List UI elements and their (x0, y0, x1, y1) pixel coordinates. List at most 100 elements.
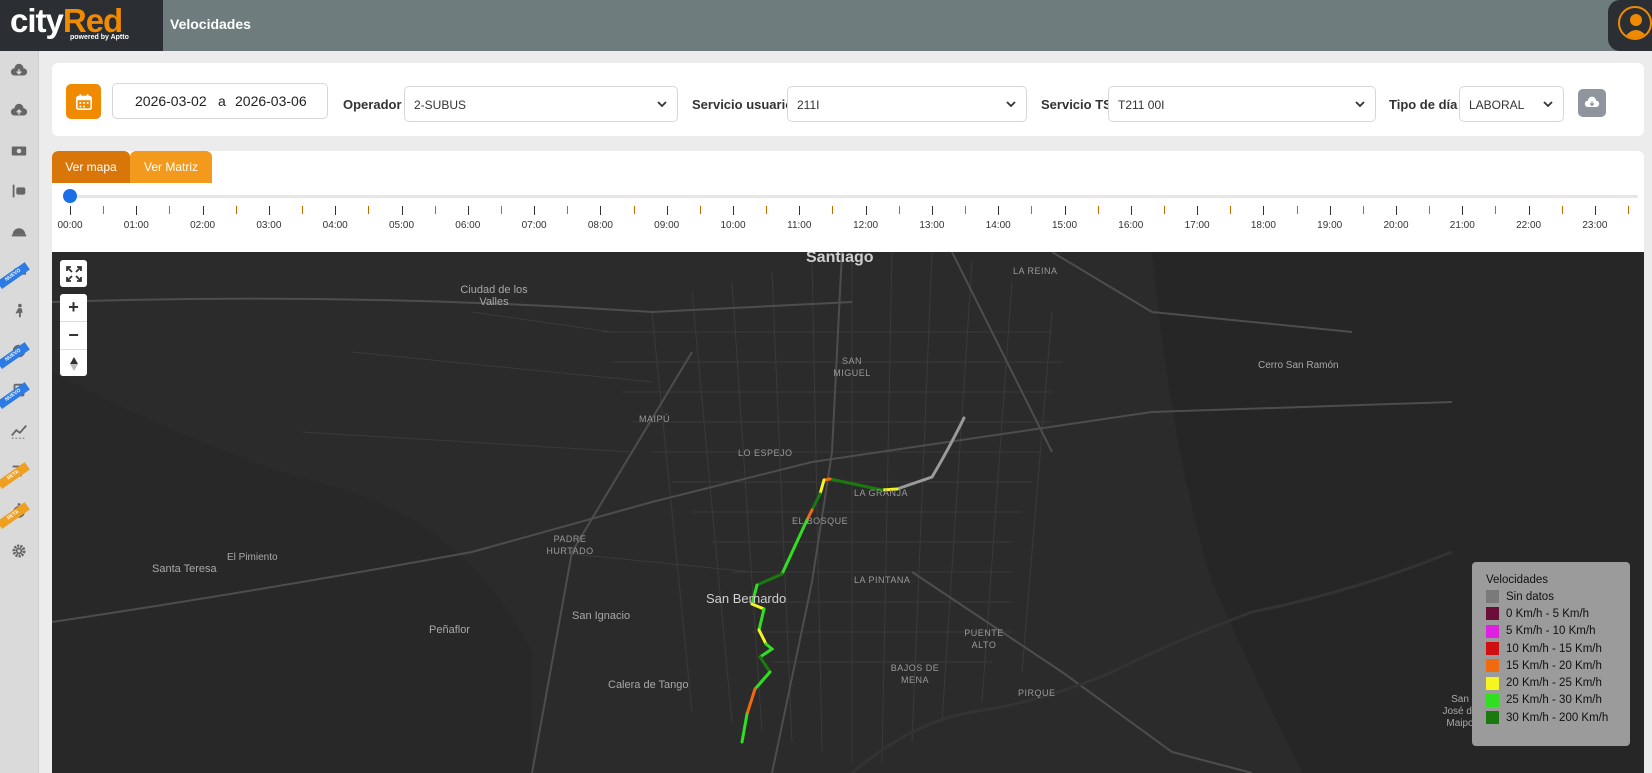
sidebar-item-list[interactable]: BETA (0, 451, 38, 491)
download-button[interactable] (1578, 89, 1606, 117)
date-to: 2026-03-06 (235, 93, 307, 109)
timeline-tick[interactable] (467, 206, 469, 215)
timeline-tick[interactable] (865, 206, 867, 215)
tipo-dia-select[interactable]: LABORAL (1459, 86, 1564, 122)
timeline-half-tick[interactable] (1230, 206, 1232, 214)
timeline-half-tick[interactable] (766, 206, 768, 214)
timeline-half-tick[interactable] (302, 206, 304, 214)
servicio-usuario-select[interactable]: 211I (787, 86, 1027, 122)
timeline-half-tick[interactable] (832, 206, 834, 214)
timeline-half-tick[interactable] (567, 206, 569, 214)
timeline-half-tick[interactable] (699, 206, 701, 214)
map-label-pirque: PIRQUE (1018, 688, 1056, 698)
tab-ver-mapa[interactable]: Ver mapa (52, 151, 130, 183)
tipo-dia-value: LABORAL (1469, 98, 1525, 112)
timeline-half-tick[interactable] (898, 206, 900, 214)
timeline-half-tick[interactable] (1628, 206, 1630, 214)
map-label-el-bosque: EL BOSQUE (792, 516, 849, 526)
timeline-tick[interactable] (1528, 206, 1530, 215)
timeline-tick[interactable] (1064, 206, 1066, 215)
map-label-el-pimiento: El Pimiento (227, 552, 278, 563)
timeline-hour-label: 04:00 (322, 220, 348, 231)
compass-button[interactable] (60, 350, 87, 377)
zoom-in-button[interactable]: + (60, 294, 87, 322)
legend-label: 30 Km/h - 200 Km/h (1506, 711, 1609, 724)
timeline-half-tick[interactable] (169, 206, 171, 214)
sidebar-item-trend[interactable] (0, 411, 38, 451)
sidebar-item-pie[interactable]: NUEVO (0, 331, 38, 371)
sidebar-item-money[interactable] (0, 131, 38, 171)
sidebar-item-download[interactable] (0, 51, 38, 91)
chevron-down-icon (1543, 101, 1553, 108)
timeline-tick[interactable] (1462, 206, 1464, 215)
timeline-tick[interactable] (401, 206, 403, 215)
timeline-hour-label: 06:00 (455, 220, 481, 231)
timeline-half-tick[interactable] (1362, 206, 1364, 214)
calendar-button[interactable] (66, 84, 101, 119)
sidebar-item-settings[interactable] (0, 531, 38, 571)
fullscreen-button[interactable] (60, 260, 87, 287)
sidebar-item-person[interactable] (0, 291, 38, 331)
logo[interactable]: cityRed powered by Aptto (0, 0, 163, 51)
timeline-half-tick[interactable] (1296, 206, 1298, 214)
timeline-half-tick[interactable] (1097, 206, 1099, 214)
map[interactable]: Santiago LA REINA Ciudad de los Valles C… (52, 252, 1644, 773)
timeline-tick[interactable] (136, 206, 138, 215)
sidebar-item-stopwatch[interactable]: BETA (0, 491, 38, 531)
timeline-half-tick[interactable] (434, 206, 436, 214)
date-from: 2026-03-02 (135, 93, 207, 109)
timeline-tick[interactable] (202, 206, 204, 215)
timeline-tick[interactable] (1329, 206, 1331, 215)
legend-swatch (1486, 693, 1499, 707)
person-icon (15, 303, 23, 318)
tab-ver-matriz[interactable]: Ver Matriz (130, 151, 212, 183)
sidebar-item-upload[interactable] (0, 91, 38, 131)
timeline-half-tick[interactable] (1495, 206, 1497, 214)
timeline-half-tick[interactable] (1031, 206, 1033, 214)
timeline-tick[interactable] (1263, 206, 1265, 215)
user-menu-button[interactable] (1608, 0, 1652, 51)
timeline-tick[interactable] (666, 206, 668, 215)
sidebar-item-dome[interactable] (0, 211, 38, 251)
timeline-tick[interactable] (1130, 206, 1132, 215)
time-slider-handle[interactable] (63, 189, 77, 203)
timeline-tick[interactable] (1594, 206, 1596, 215)
sidebar-item-speed[interactable]: NUEVO (0, 251, 38, 291)
timeline-tick[interactable] (998, 206, 1000, 215)
timeline-half-tick[interactable] (965, 206, 967, 214)
timeline-tick[interactable] (335, 206, 337, 215)
operador-select[interactable]: 2-SUBUS (404, 86, 678, 122)
timeline-half-tick[interactable] (500, 206, 502, 214)
legend-label: 15 Km/h - 20 Km/h (1506, 659, 1602, 672)
timeline-tick[interactable] (600, 206, 602, 215)
timeline-half-tick[interactable] (633, 206, 635, 214)
filter-bar: 2026-03-02 a 2026-03-06 Operador 2-SUBUS… (52, 63, 1644, 136)
cloud-download-icon (10, 63, 28, 76)
gear-icon (12, 544, 26, 558)
timeline-tick[interactable] (268, 206, 270, 215)
timeline-half-tick[interactable] (103, 206, 105, 214)
legend-swatch (1486, 711, 1499, 725)
time-slider-track[interactable] (70, 195, 1638, 198)
logo-subtitle: powered by Aptto (70, 34, 129, 41)
timeline-tick[interactable] (1197, 206, 1199, 215)
page-title: Velocidades (170, 16, 251, 32)
timeline-tick[interactable] (799, 206, 801, 215)
timeline-half-tick[interactable] (1429, 206, 1431, 214)
timeline-half-tick[interactable] (235, 206, 237, 214)
timeline-tick[interactable] (931, 206, 933, 215)
date-range-field[interactable]: 2026-03-02 a 2026-03-06 (112, 83, 328, 119)
sidebar-item-bus-stop[interactable] (0, 171, 38, 211)
timeline-tick[interactable] (733, 206, 734, 215)
servicio-ts-select[interactable]: T211 00I (1108, 86, 1376, 122)
zoom-out-button[interactable]: − (60, 322, 87, 350)
timeline-half-tick[interactable] (1561, 206, 1563, 214)
sidebar-item-bus[interactable]: NUEVO (0, 371, 38, 411)
timeline-half-tick[interactable] (1163, 206, 1165, 214)
timeline-tick[interactable] (70, 206, 71, 215)
timeline-tick[interactable] (1396, 206, 1397, 215)
timeline-hour-label: 00:00 (57, 220, 83, 231)
timeline-half-tick[interactable] (368, 206, 370, 214)
timeline-tick[interactable] (534, 206, 536, 215)
timeline-hour-label: 23:00 (1582, 220, 1608, 231)
